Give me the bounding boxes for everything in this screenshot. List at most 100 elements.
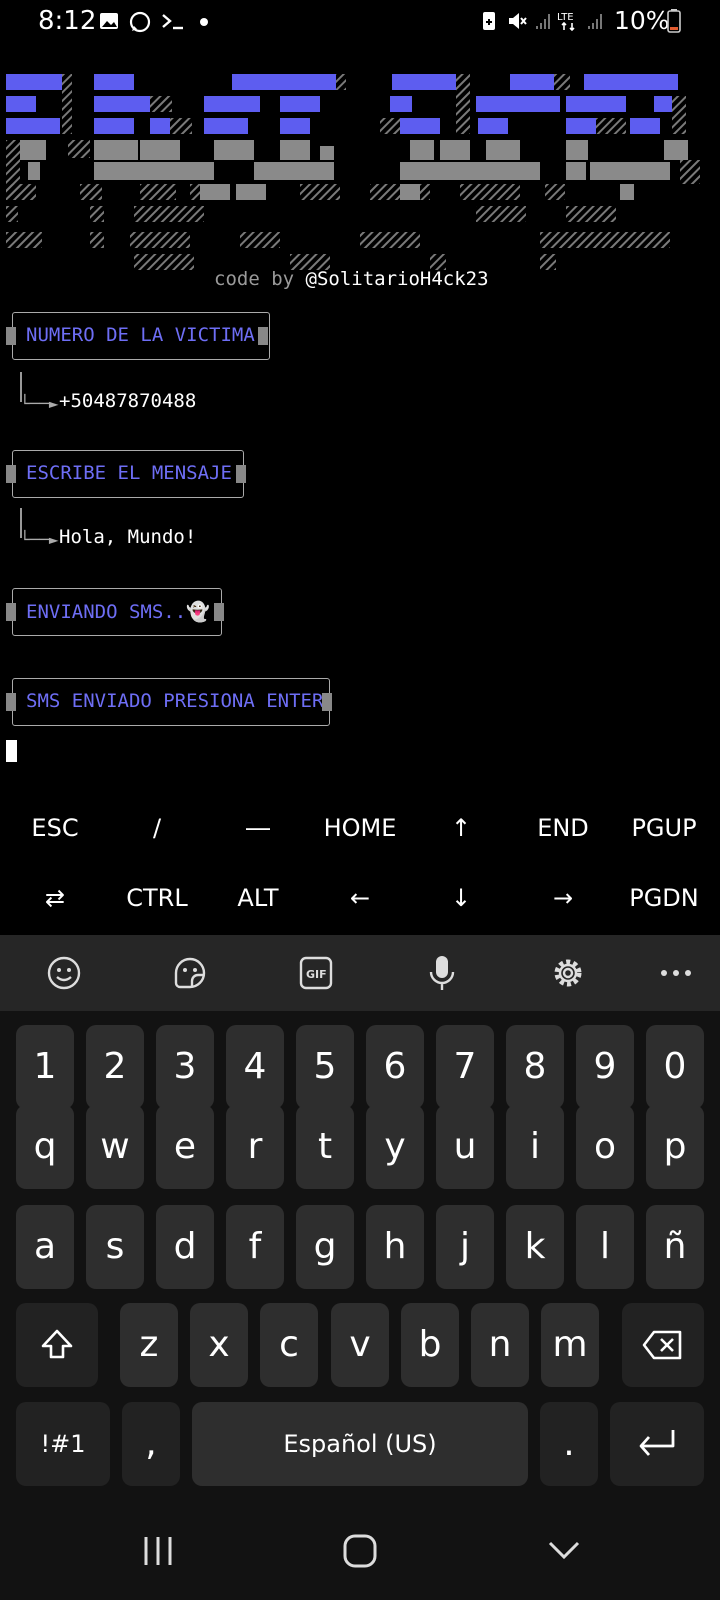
- shift-key[interactable]: [16, 1303, 98, 1387]
- key-j[interactable]: j: [436, 1205, 494, 1289]
- key-r[interactable]: r: [226, 1105, 284, 1189]
- terminal-cursor: [6, 740, 17, 762]
- key-pgdn[interactable]: PGDN: [614, 873, 714, 923]
- key-pgup[interactable]: PGUP: [614, 803, 714, 853]
- key-right[interactable]: →: [513, 873, 613, 923]
- key-c[interactable]: c: [260, 1303, 318, 1387]
- gif-icon[interactable]: GIF: [296, 953, 336, 993]
- key-dash[interactable]: ―: [208, 803, 308, 853]
- key-end[interactable]: END: [513, 803, 613, 853]
- key-ctrl[interactable]: CTRL: [107, 873, 207, 923]
- key-down[interactable]: ↓: [411, 873, 511, 923]
- key-4[interactable]: 4: [226, 1025, 284, 1109]
- key-0[interactable]: 0: [646, 1025, 704, 1109]
- settings-icon[interactable]: [548, 953, 588, 993]
- key-p[interactable]: p: [646, 1105, 704, 1189]
- ascii-banner: code by @SolitarioH4ck23: [0, 60, 720, 290]
- block-char: [322, 693, 332, 711]
- key-left[interactable]: ←: [310, 873, 410, 923]
- key-z[interactable]: z: [120, 1303, 178, 1387]
- key-t[interactable]: t: [296, 1105, 354, 1189]
- comma-key[interactable]: ,: [122, 1402, 180, 1486]
- prompt-number-label: NUMERO DE LA VICTIMA: [26, 324, 255, 346]
- number-value: +50487870488: [59, 390, 197, 412]
- key-y[interactable]: y: [366, 1105, 424, 1189]
- key-n-tilde[interactable]: ñ: [646, 1205, 704, 1289]
- space-bar[interactable]: Español (US): [192, 1402, 528, 1486]
- key-g[interactable]: g: [296, 1205, 354, 1289]
- recents-icon[interactable]: [140, 1533, 176, 1569]
- credit-handle: @SolitarioH4ck23: [305, 268, 489, 290]
- emoji-icon[interactable]: [44, 953, 84, 993]
- key-n[interactable]: n: [471, 1303, 529, 1387]
- key-up[interactable]: ↑: [411, 803, 511, 853]
- credit-prefix: code by: [214, 268, 306, 290]
- block-char: [6, 327, 16, 345]
- key-9[interactable]: 9: [576, 1025, 634, 1109]
- svg-text:LTE: LTE: [557, 12, 574, 23]
- soft-keyboard: GIF 1 2 3 4 5 6 7 8 9 0 q w e r t y u i …: [0, 935, 720, 1505]
- lte-icon: LTE: [557, 12, 575, 32]
- symbols-key[interactable]: !#1: [16, 1402, 110, 1486]
- key-m[interactable]: m: [541, 1303, 599, 1387]
- key-esc[interactable]: ESC: [5, 803, 105, 853]
- status-bar: 8:12 LTE 10%: [0, 0, 720, 46]
- key-x[interactable]: x: [190, 1303, 248, 1387]
- key-e[interactable]: e: [156, 1105, 214, 1189]
- sticker-icon[interactable]: [170, 953, 210, 993]
- key-a[interactable]: a: [16, 1205, 74, 1289]
- key-3[interactable]: 3: [156, 1025, 214, 1109]
- key-home[interactable]: HOME: [310, 803, 410, 853]
- chevron-down-icon[interactable]: [546, 1535, 582, 1565]
- signal-icon: [588, 14, 602, 29]
- image-icon: [100, 13, 118, 29]
- home-icon[interactable]: [342, 1533, 378, 1569]
- status-sending-text: ENVIANDO SMS..: [26, 601, 187, 623]
- key-i[interactable]: i: [506, 1105, 564, 1189]
- banner-logo: [6, 74, 700, 270]
- block-char: [6, 465, 16, 483]
- key-u[interactable]: u: [436, 1105, 494, 1189]
- key-6[interactable]: 6: [366, 1025, 424, 1109]
- backspace-key[interactable]: [622, 1303, 704, 1387]
- dot-icon: [200, 18, 208, 26]
- key-o[interactable]: o: [576, 1105, 634, 1189]
- key-s[interactable]: s: [86, 1205, 144, 1289]
- terminal-icon: [162, 14, 183, 30]
- key-d[interactable]: d: [156, 1205, 214, 1289]
- key-7[interactable]: 7: [436, 1025, 494, 1109]
- keyboard-toolbar: GIF: [0, 935, 720, 1011]
- enter-key[interactable]: [610, 1402, 704, 1486]
- navigation-bar: [0, 1505, 720, 1600]
- block-char: [6, 693, 16, 711]
- credit-line: code by @SolitarioH4ck23: [214, 268, 489, 290]
- shift-icon: [41, 1329, 73, 1359]
- key-1[interactable]: 1: [16, 1025, 74, 1109]
- more-icon[interactable]: [656, 953, 696, 993]
- key-5[interactable]: 5: [296, 1025, 354, 1109]
- key-q[interactable]: q: [16, 1105, 74, 1189]
- microphone-icon[interactable]: [422, 953, 462, 993]
- key-k[interactable]: k: [506, 1205, 564, 1289]
- key-l[interactable]: l: [576, 1205, 634, 1289]
- block-char: [236, 465, 246, 483]
- period-key[interactable]: .: [540, 1402, 598, 1486]
- key-2[interactable]: 2: [86, 1025, 144, 1109]
- key-slash[interactable]: /: [107, 803, 207, 853]
- key-8[interactable]: 8: [506, 1025, 564, 1109]
- key-alt[interactable]: ALT: [208, 873, 308, 923]
- key-b[interactable]: b: [401, 1303, 459, 1387]
- key-w[interactable]: w: [86, 1105, 144, 1189]
- key-f[interactable]: f: [226, 1205, 284, 1289]
- key-toggle[interactable]: ⇄: [5, 873, 105, 923]
- battery-saver-icon: [483, 12, 495, 30]
- arrow-icon: └──►: [20, 530, 59, 549]
- backspace-icon: [642, 1330, 682, 1360]
- battery-icon: [667, 9, 681, 33]
- block-char: [258, 327, 268, 345]
- key-h[interactable]: h: [366, 1205, 424, 1289]
- status-sent-label: SMS ENVIADO PRESIONA ENTER: [26, 690, 324, 712]
- block-char: [214, 603, 224, 621]
- key-v[interactable]: v: [331, 1303, 389, 1387]
- clock: 8:12: [38, 6, 97, 36]
